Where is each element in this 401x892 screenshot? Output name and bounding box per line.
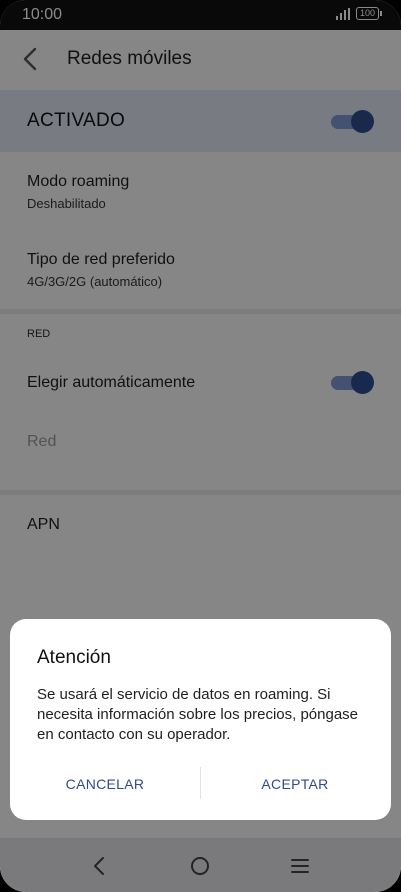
dialog-button-divider (200, 767, 201, 799)
cancel-button[interactable]: CANCELAR (20, 769, 190, 799)
dialog-message: Se usará el servicio de datos en roaming… (37, 686, 359, 743)
phone-screen: 10:00 100 Redes móviles ACTIVADO Modo ro… (0, 0, 401, 892)
roaming-warning-dialog: Atención Se usará el servicio de datos e… (10, 619, 391, 820)
dialog-title: Atención (37, 647, 111, 668)
accept-button[interactable]: ACEPTAR (210, 769, 380, 799)
